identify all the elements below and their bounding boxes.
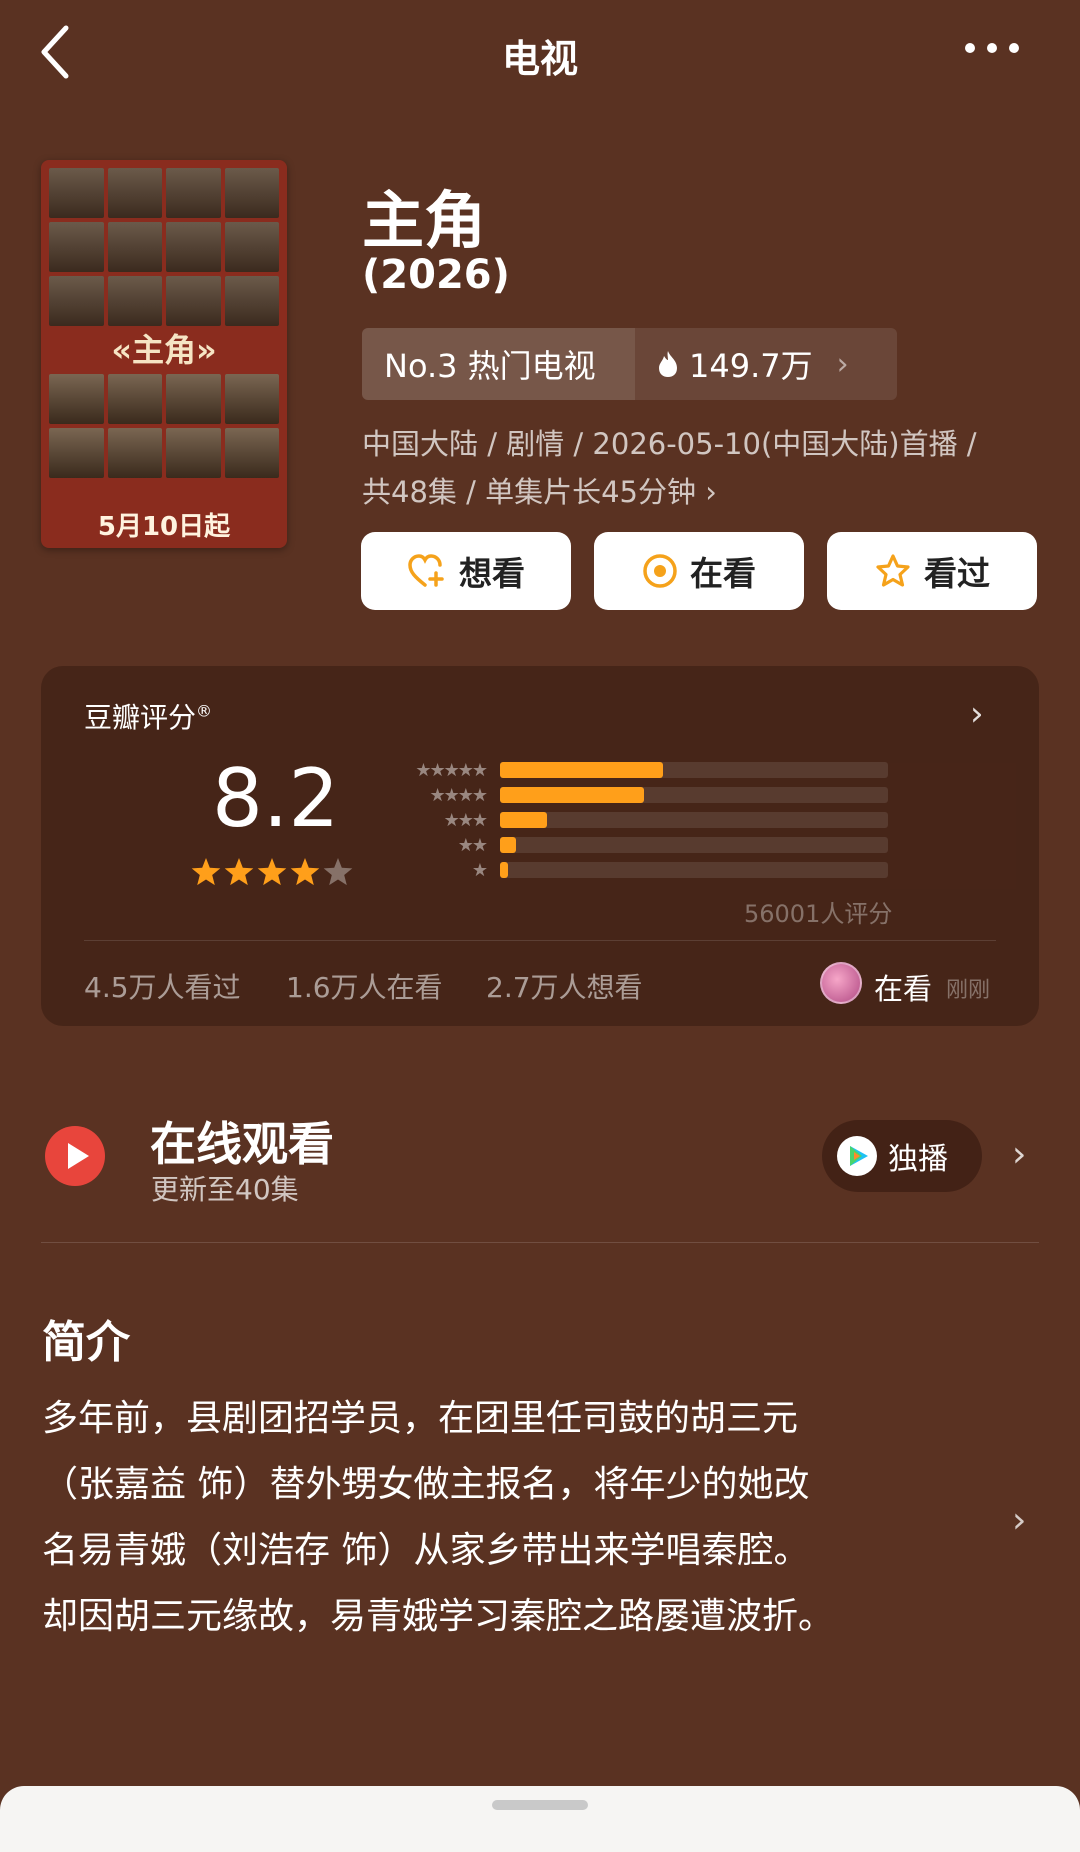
poster-cast-grid — [49, 168, 279, 326]
star-icon: ★ — [471, 859, 488, 881]
rating-bar-row: ★★ — [390, 834, 910, 856]
rank-label: No.3 热门电视 — [362, 328, 635, 400]
show-meta[interactable]: 中国大陆 / 剧情 / 2026-05-10(中国大陆)首播 / 共48集 / … — [362, 420, 1052, 516]
heat-indicator[interactable]: 149.7万 › — [635, 328, 897, 400]
online-watch-subtitle: 更新至40集 — [151, 1173, 299, 1206]
target-icon — [643, 554, 677, 588]
watching-count: 1.6万人在看 — [286, 971, 443, 1004]
divider — [84, 940, 996, 941]
rating-count: 56001人评分 — [744, 900, 893, 928]
watching-button[interactable]: 在看 — [594, 532, 804, 610]
exclusive-platform-button[interactable]: 独播 — [822, 1120, 982, 1192]
heart-plus-icon — [408, 554, 444, 587]
watched-count: 4.5万人看过 — [84, 971, 241, 1004]
star-icon: ★★★ — [443, 809, 488, 831]
star-icon — [257, 858, 287, 886]
heat-value: 149.7万 — [689, 347, 813, 385]
chevron-right-icon[interactable]: › — [970, 694, 984, 734]
star-icon: ★★★★★ — [415, 759, 488, 781]
show-year: (2026) — [362, 252, 510, 298]
friend-status: 在看 — [874, 972, 933, 1006]
chevron-right-icon[interactable]: › — [1012, 1134, 1026, 1175]
rating-label: 豆瓣评分® — [84, 701, 213, 734]
rating-bar — [500, 787, 644, 803]
synopsis-text[interactable]: 多年前，县剧团招学员，在团里任司鼓的胡三元 （张嘉益 饰）替外甥女做主报名，将年… — [42, 1386, 1002, 1650]
want-label: 想看 — [459, 554, 525, 593]
star-icon — [224, 858, 254, 886]
show-title: 主角 — [362, 184, 487, 257]
exclusive-label: 独播 — [888, 1142, 948, 1177]
page-title: 电视 — [501, 37, 578, 81]
bottom-sheet[interactable] — [0, 1786, 1080, 1852]
star-icon — [191, 858, 221, 886]
watched-label: 看过 — [924, 554, 990, 593]
rating-bar-row: ★★★★★ — [390, 759, 910, 781]
poster-logo: «主角» — [111, 331, 217, 369]
rank-badge[interactable]: No.3 热门电视 149.7万 › — [362, 328, 897, 400]
rating-bar-row: ★★★ — [390, 809, 910, 831]
rating-score: 8.2 — [212, 752, 340, 845]
rating-bar-track — [500, 812, 888, 828]
rating-bar-track — [500, 862, 888, 878]
star-outline-icon — [876, 554, 910, 587]
rating-bar — [500, 762, 663, 778]
star-icon — [323, 858, 353, 886]
synopsis-line: 却因胡三元缘故，易青娥学习秦腔之路屡遭波折。 — [42, 1596, 835, 1637]
meta-line-1: 中国大陆 / 剧情 / 2026-05-10(中国大陆)首播 / — [362, 427, 977, 461]
poster-image[interactable]: «主角» 5月10日起 — [41, 160, 287, 548]
divider — [41, 1242, 1039, 1243]
synopsis-title: 简介 — [42, 1317, 130, 1368]
rating-bar — [500, 837, 516, 853]
rating-bar — [500, 812, 547, 828]
tencent-video-icon — [837, 1136, 877, 1176]
rating-bar-row: ★ — [390, 859, 910, 881]
avatar[interactable] — [820, 962, 862, 1004]
synopsis-line: （张嘉益 饰）替外甥女做主报名，将年少的她改 — [42, 1464, 810, 1505]
synopsis-line: 多年前，县剧团招学员，在团里任司鼓的胡三元 — [42, 1398, 799, 1439]
synopsis-line: 名易青娥（刘浩存 饰）从家乡带出来学唱秦腔。 — [42, 1530, 810, 1571]
rating-bar-row: ★★★★ — [390, 784, 910, 806]
star-icon: ★★★★ — [429, 784, 488, 806]
chevron-right-icon[interactable]: › — [1012, 1500, 1026, 1541]
rating-bar-track — [500, 762, 888, 778]
poster-cast-grid-lower — [49, 374, 279, 478]
rating-bar — [500, 862, 508, 878]
want-button[interactable]: 想看 — [361, 532, 571, 610]
rating-bar-track — [500, 837, 888, 853]
play-icon[interactable] — [44, 1125, 106, 1187]
star-icon: ★★ — [457, 834, 488, 856]
rating-stars — [191, 858, 353, 886]
star-icon — [290, 858, 320, 886]
online-watch-title[interactable]: 在线观看 — [150, 1108, 334, 1174]
want-count: 2.7万人想看 — [486, 971, 643, 1004]
rating-bar-track — [500, 787, 888, 803]
flame-icon — [659, 351, 677, 377]
chevron-right-icon: › — [836, 346, 849, 382]
meta-line-2: 共48集 / 单集片长45分钟 › — [362, 475, 717, 509]
drag-handle[interactable] — [492, 1800, 588, 1810]
watching-label: 在看 — [690, 554, 756, 593]
friend-time: 刚刚 — [946, 978, 991, 1003]
more-icon[interactable] — [960, 36, 1024, 60]
watched-button[interactable]: 看过 — [827, 532, 1037, 610]
poster-date: 5月10日起 — [97, 512, 231, 542]
